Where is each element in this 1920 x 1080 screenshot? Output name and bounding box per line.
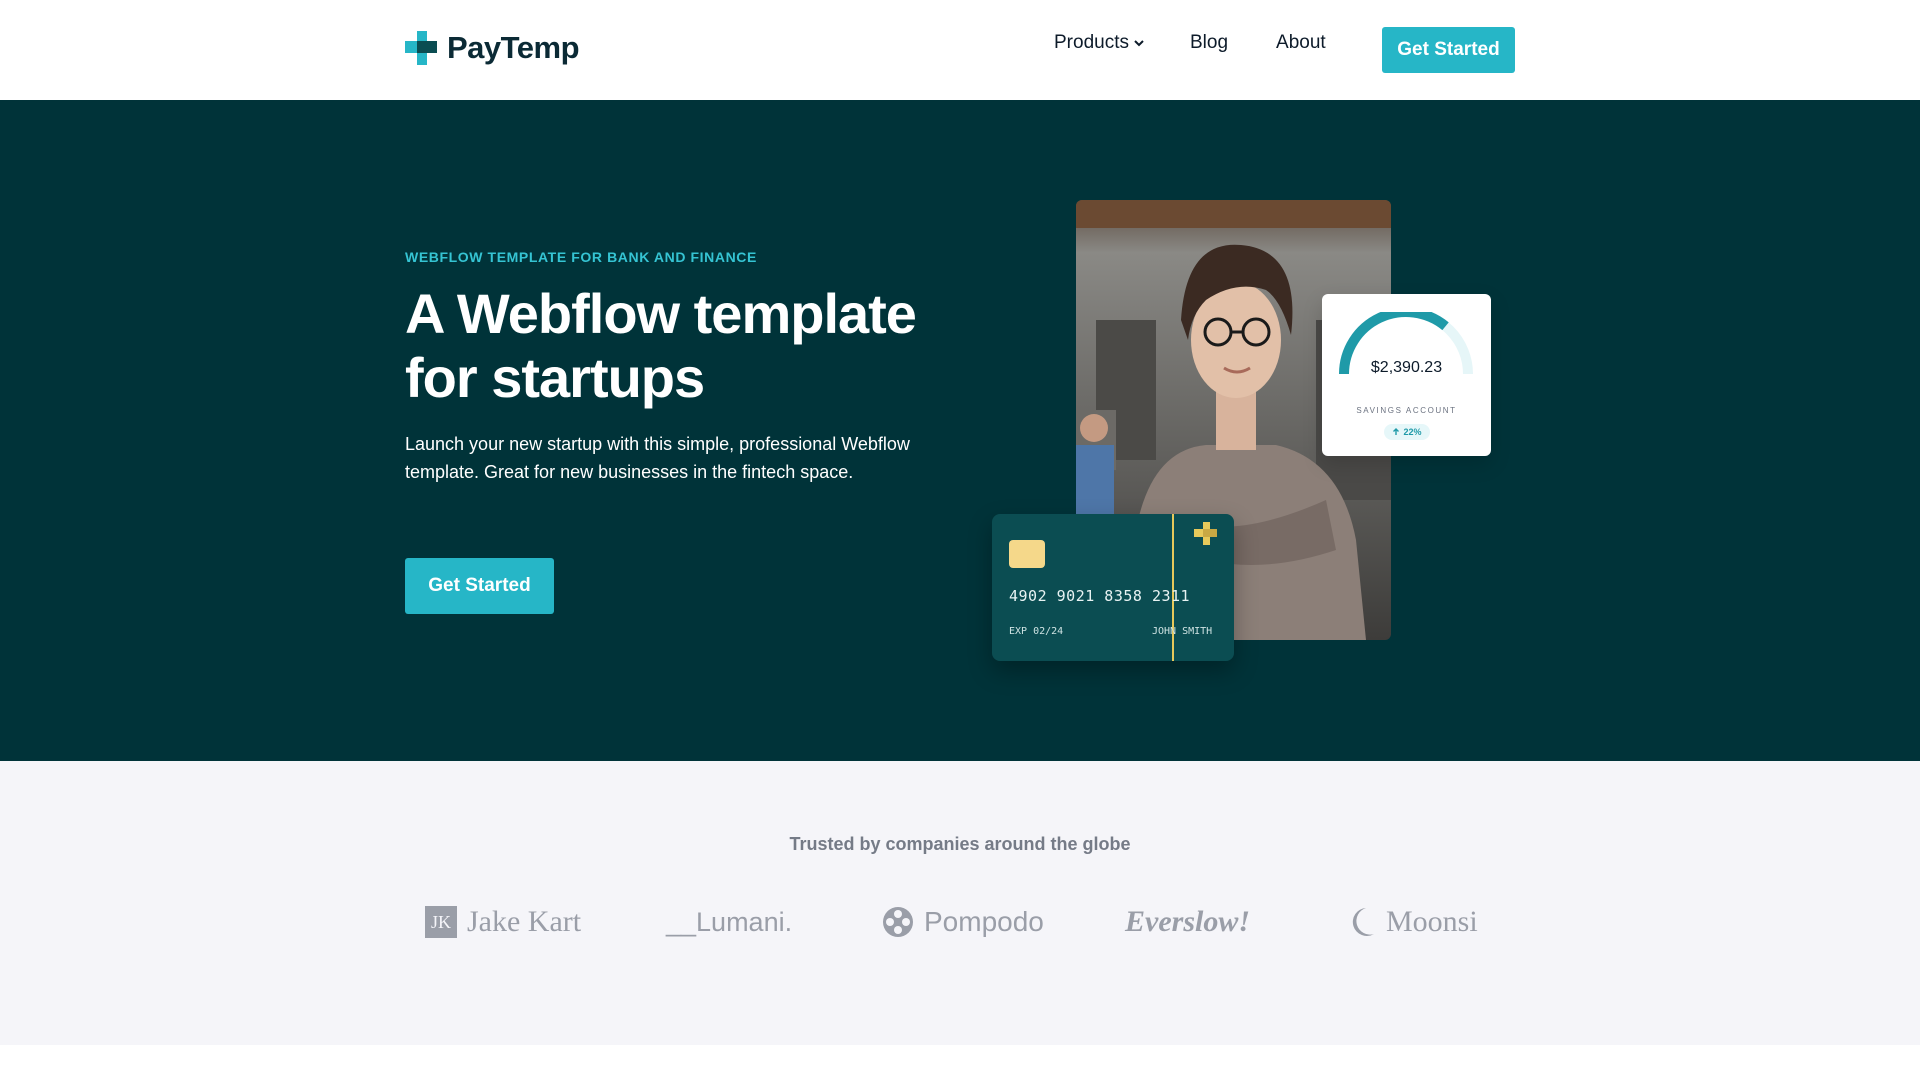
nav-products-dropdown[interactable]: Products	[1054, 32, 1145, 54]
brand-logo[interactable]: PayTemp	[405, 30, 580, 66]
hero-subtext: Launch your new startup with this simple…	[405, 434, 910, 482]
savings-account-card: $2,390.23 SAVINGS ACCOUNT 22%	[1322, 294, 1491, 456]
hero-get-started-button[interactable]: Get Started	[405, 558, 554, 614]
hero-section: WEBFLOW TEMPLATE FOR BANK AND FINANCE A …	[0, 100, 1920, 761]
company-logo-pompodo: Pompodo	[882, 902, 1044, 942]
company-logo-everslow: Everslow!	[1125, 902, 1250, 942]
trusted-title: Trusted by companies around the globe	[789, 834, 1131, 854]
hero-headline: A Webflow template for startups	[405, 282, 917, 409]
company-logo-lumani: __Lumani.	[666, 902, 792, 942]
arrow-up-icon	[1393, 428, 1400, 435]
top-navigation: PayTemp Products Blog About Get Started	[0, 0, 1920, 100]
card-number: 4902 9021 8358 2311	[1009, 587, 1191, 605]
nav-get-started-button[interactable]: Get Started	[1382, 27, 1515, 73]
trusted-companies-section: Trusted by companies around the globe JK…	[0, 761, 1920, 1045]
nav-about-link[interactable]: About	[1276, 32, 1326, 54]
nav-products-label: Products	[1054, 32, 1129, 53]
company-logo-jake-kart: JK Jake Kart	[425, 902, 581, 942]
company-name: __Lumani.	[666, 906, 793, 937]
company-logo-moonsi: Moonsi	[1348, 902, 1478, 942]
credit-card: 4902 9021 8358 2311 EXP 02/24 JOHN SMITH	[992, 514, 1234, 661]
paytemp-logo-icon	[405, 31, 437, 65]
jake-kart-mark-icon: JK	[425, 906, 457, 938]
brand-name: PayTemp	[447, 30, 580, 65]
nav-links: Products Blog About	[1054, 32, 1326, 54]
savings-label: SAVINGS ACCOUNT	[1356, 406, 1457, 415]
card-chip-icon	[1009, 540, 1045, 568]
hero-eyebrow: WEBFLOW TEMPLATE FOR BANK AND FINANCE	[405, 249, 757, 265]
chevron-down-icon	[1134, 40, 1144, 47]
savings-change-badge: 22%	[1384, 424, 1430, 440]
card-expiry: EXP 02/24	[1009, 626, 1064, 637]
company-name: Pompodo	[924, 906, 1044, 937]
savings-change-value: 22%	[1403, 427, 1422, 437]
savings-amount: $2,390.23	[1370, 359, 1443, 376]
moon-icon	[1352, 908, 1374, 936]
company-name: Moonsi	[1386, 905, 1478, 938]
company-name: Everslow!	[1125, 905, 1251, 938]
page-bottom-spacer	[0, 1045, 1920, 1080]
card-holder: JOHN SMITH	[1152, 626, 1213, 637]
card-brand-logo-icon	[1194, 522, 1217, 545]
pompodo-film-reel-icon	[883, 907, 913, 937]
company-name: Jake Kart	[467, 905, 582, 938]
nav-blog-link[interactable]: Blog	[1190, 32, 1228, 54]
